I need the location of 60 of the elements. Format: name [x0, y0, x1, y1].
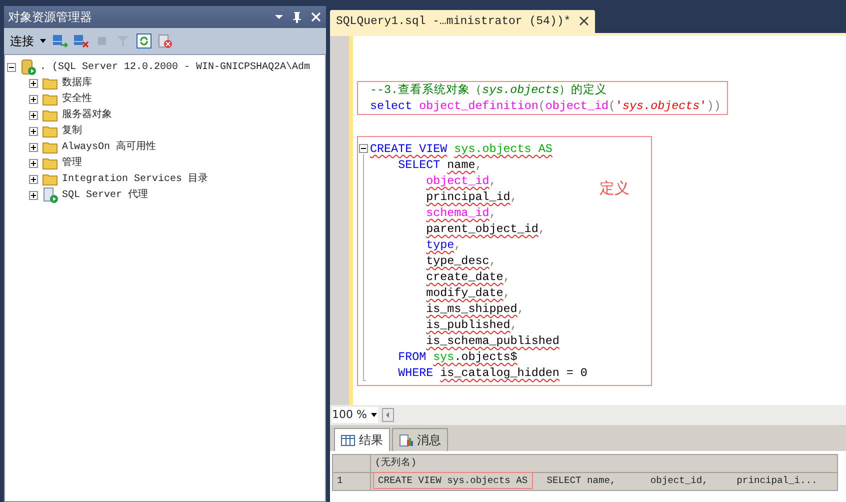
code-line: WHERE is_catalog_hidden = 0: [397, 365, 588, 381]
expand-icon[interactable]: [29, 126, 38, 136]
chart-icon: [399, 434, 413, 446]
code-line: parent_object_id,: [425, 221, 546, 237]
code-line: type_desc,: [425, 253, 498, 269]
code-line: create_date,: [425, 269, 512, 285]
tree-item[interactable]: SQL Server 代理: [62, 188, 148, 202]
expand-icon[interactable]: [29, 94, 38, 104]
server-node[interactable]: . (SQL Server 12.0.2000 - WIN-GNICPSHAQ2A\Adm: [40, 60, 310, 74]
expand-icon[interactable]: [29, 190, 38, 200]
code-line: FROM sys.objects$: [397, 349, 518, 365]
code-line: object_id,: [425, 173, 498, 189]
tree-item[interactable]: 安全性: [62, 92, 92, 106]
code-line: principal_id,: [425, 189, 518, 205]
expand-icon[interactable]: [29, 110, 38, 120]
refresh-icon[interactable]: [136, 33, 152, 49]
code-line: modify_date,: [425, 285, 512, 301]
tree-item[interactable]: AlwaysOn 高可用性: [62, 140, 156, 154]
caret-icon: [370, 412, 378, 418]
tree-item[interactable]: 数据库: [62, 76, 92, 90]
collapse-icon[interactable]: [7, 62, 16, 72]
editor-tab[interactable]: SQLQuery1.sql -…ministrator (54))*: [330, 10, 595, 33]
zoom-dropdown[interactable]: 100 %: [332, 406, 378, 424]
server-icon: [20, 59, 36, 75]
column-header: (无列名): [375, 457, 417, 468]
pin-icon[interactable]: [290, 11, 304, 23]
code-line: schema_id,: [425, 205, 498, 221]
code-line: --3.查看系统对象（sys.objects）的定义: [370, 82, 608, 98]
code-line: select object_definition(object_id('sys.objects')): [370, 98, 721, 114]
dropdown-icon[interactable]: [274, 12, 284, 22]
collapse-icon[interactable]: [359, 144, 368, 153]
results-tab[interactable]: 消息: [392, 428, 448, 451]
tree-item[interactable]: 管理: [62, 156, 82, 170]
results-tab[interactable]: 结果: [334, 428, 390, 451]
code-line: is_published,: [425, 317, 518, 333]
cell-text: SELECT name, object_id, principal_i...: [546, 475, 818, 486]
code-line: type,: [425, 237, 462, 253]
panel-title: 对象资源管理器: [8, 9, 93, 26]
scroll-left-button[interactable]: [382, 408, 394, 422]
connect-icon[interactable]: [52, 33, 68, 49]
tree-item[interactable]: 复制: [62, 124, 82, 138]
connect-button[interactable]: 连接: [10, 32, 34, 50]
tree-item[interactable]: 服务器对象: [62, 108, 112, 122]
code-line: is_ms_shipped,: [425, 301, 526, 317]
annotation-text: 定义: [599, 181, 630, 199]
annotation-box: CREATE VIEW sys.objects AS: [373, 472, 533, 490]
agent-icon: [42, 187, 58, 203]
expand-icon[interactable]: [29, 142, 38, 152]
expand-icon[interactable]: [29, 78, 38, 88]
caret-icon: [39, 38, 47, 44]
code-line: SELECT name,: [397, 157, 484, 173]
code-line: CREATE VIEW sys.objects AS: [370, 141, 554, 157]
expand-icon[interactable]: [29, 174, 38, 184]
expand-icon[interactable]: [29, 158, 38, 168]
row-number: 1: [337, 475, 343, 486]
code-line: is_schema_published: [425, 333, 560, 349]
disconnect-icon[interactable]: [73, 33, 89, 49]
close-icon[interactable]: [578, 16, 589, 26]
tree-item[interactable]: Integration Services 目录: [62, 172, 208, 186]
grid-icon: [341, 434, 355, 446]
